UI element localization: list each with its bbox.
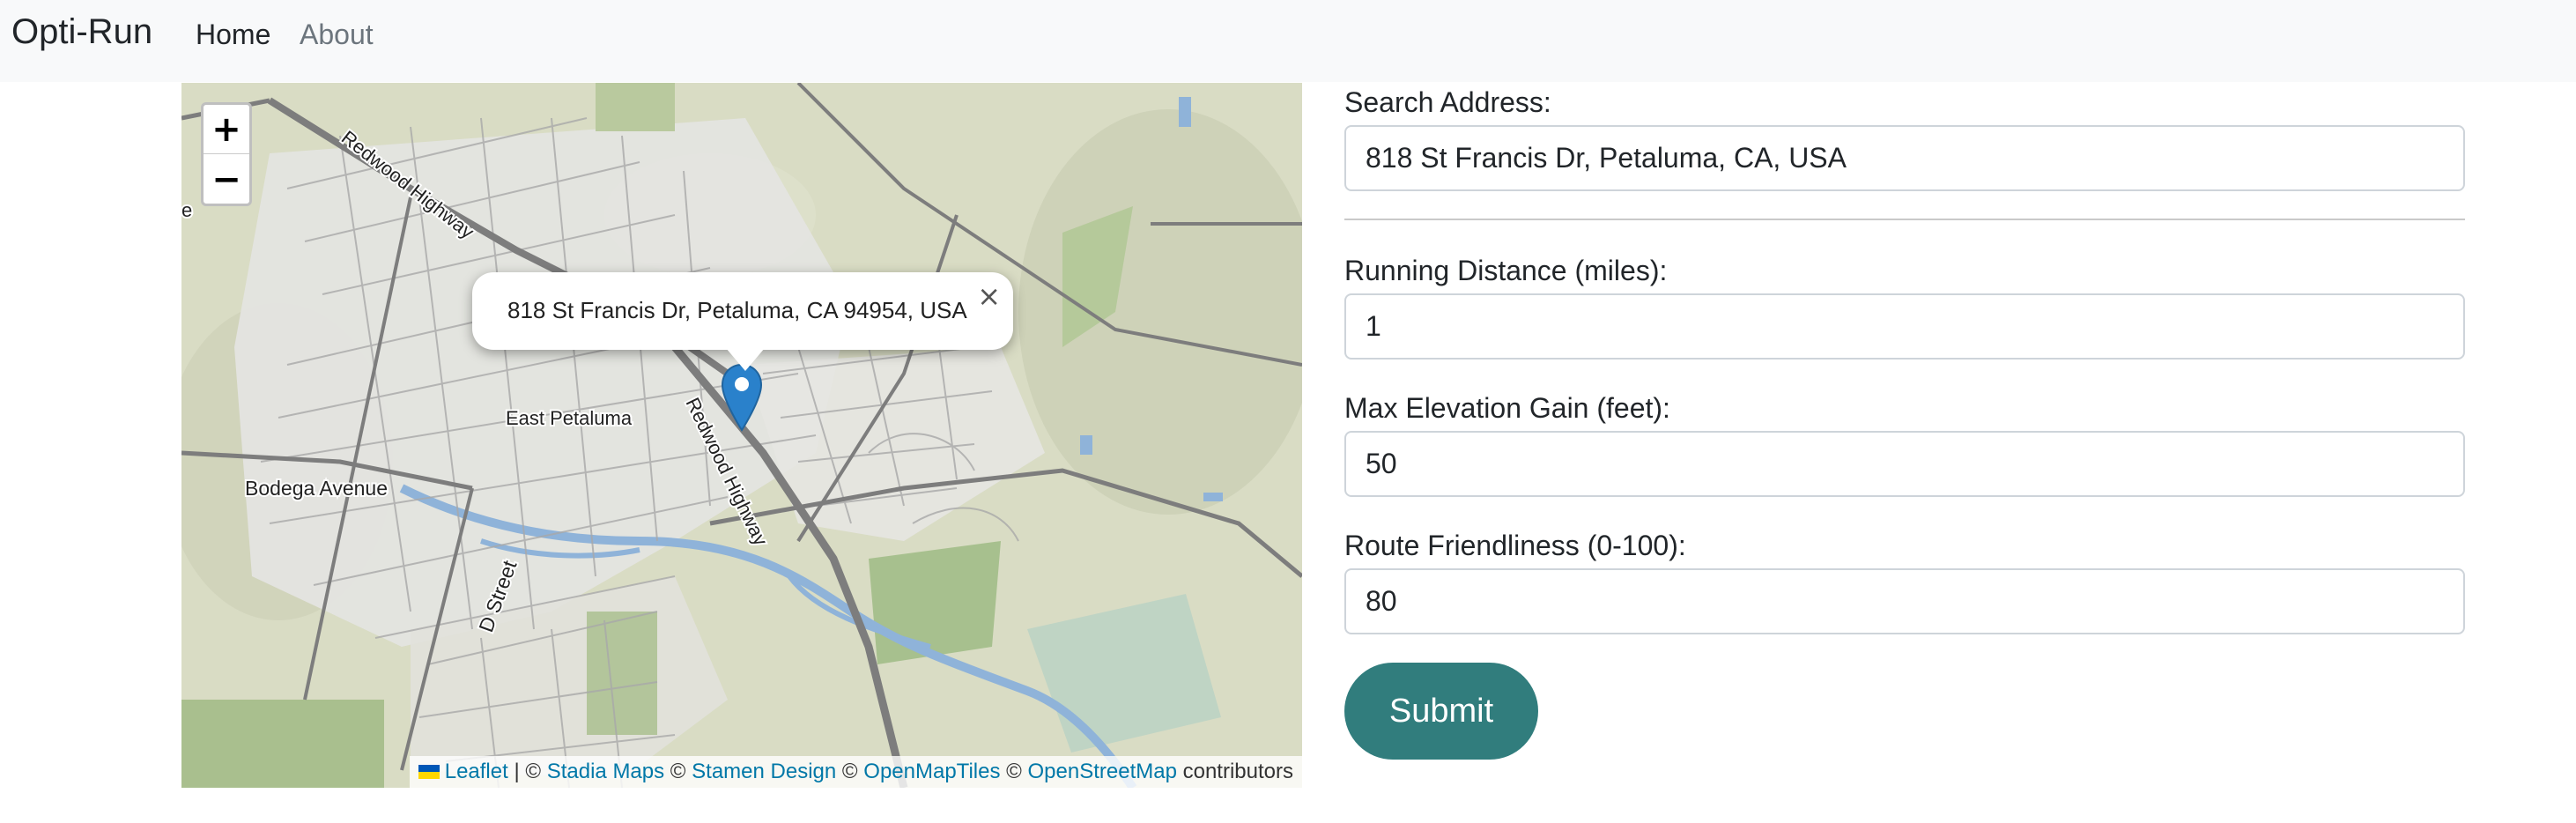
divider [1344,219,2465,220]
search-address-input[interactable] [1344,125,2465,191]
zoom-in-button[interactable]: + [204,105,249,154]
openstreetmap-link[interactable]: OpenStreetMap [1028,760,1177,783]
map-marker-icon[interactable] [720,363,764,434]
popup-tip [726,348,765,371]
route-friendliness-input[interactable] [1344,568,2465,634]
attribution-sep: © [1006,760,1022,783]
map[interactable]: Redwood Highway Redwood Highway East Pet… [181,83,1302,788]
attribution-sep: © [841,760,858,783]
ukraine-flag-icon [418,765,440,779]
popup-close-icon[interactable]: × [977,279,1001,313]
stamen-design-link[interactable]: Stamen Design [692,760,836,783]
submit-button[interactable]: Submit [1344,663,1538,760]
max-elevation-input[interactable] [1344,431,2465,497]
popup-address: 818 St Francis Dr, Petaluma, CA 94954, U… [507,297,967,323]
attribution-sep: | © [514,760,542,783]
zoom-control: + − [201,102,252,206]
max-elevation-label: Max Elevation Gain (feet): [1344,392,1670,424]
openmaptiles-link[interactable]: OpenMapTiles [863,760,1000,783]
search-address-label: Search Address: [1344,86,1551,118]
leaflet-link[interactable]: Leaflet [445,760,508,783]
label-east-petaluma: East Petaluma [506,407,633,429]
attribution-sep: © [670,760,686,783]
map-tiles[interactable]: Redwood Highway Redwood Highway East Pet… [181,83,1302,788]
attribution-contributors: contributors [1182,760,1293,783]
route-friendliness-label: Route Friendliness (0-100): [1344,530,1686,561]
label-bodega-avenue: Bodega Avenue [245,477,388,500]
running-distance-label: Running Distance (miles): [1344,255,1668,286]
nav-home-link[interactable]: Home [196,19,270,51]
zoom-out-button[interactable]: − [204,155,249,204]
stadia-maps-link[interactable]: Stadia Maps [547,760,664,783]
label-edge-e: e [181,199,192,221]
running-distance-input[interactable] [1344,293,2465,360]
nav-about-link[interactable]: About [300,19,374,51]
map-attribution: Leaflet | © Stadia Maps © Stamen Design … [409,756,1302,788]
brand-logo[interactable]: Opti-Run [11,12,152,52]
map-popup: 818 St Francis Dr, Petaluma, CA 94954, U… [472,272,1013,371]
navbar: Opti-Run Home About [0,0,2576,82]
